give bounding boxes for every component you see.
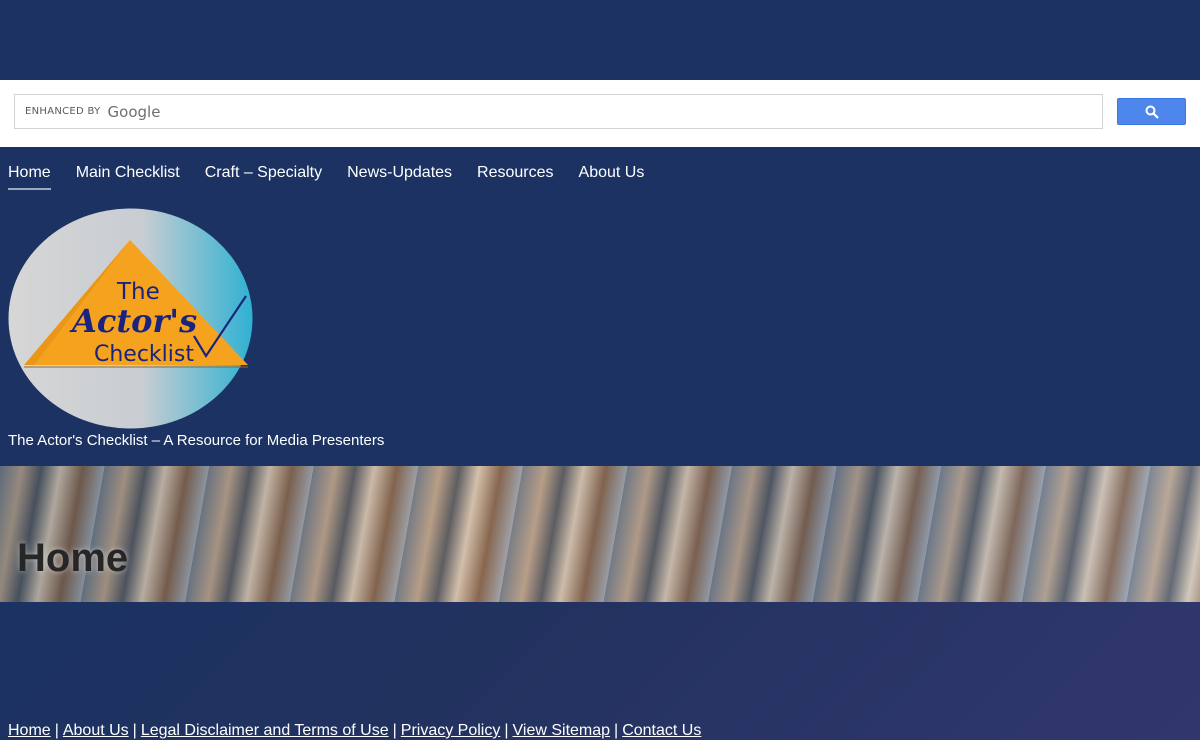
site-logo[interactable]: The Actor's Checklist (8, 208, 253, 429)
lower-section (0, 602, 1200, 740)
nav-item-about-us[interactable]: About Us (579, 164, 645, 185)
logo-text-actors: Actor's (69, 302, 197, 340)
footer-separator: | (504, 722, 509, 739)
nav-item-resources[interactable]: Resources (477, 164, 553, 185)
main-nav: Home Main Checklist Craft – Specialty Ne… (0, 147, 1200, 202)
footer-link-sitemap[interactable]: View Sitemap (513, 722, 611, 739)
site-tagline: The Actor's Checklist – A Resource for M… (8, 432, 385, 449)
search-icon (1145, 105, 1159, 119)
footer-separator: | (54, 722, 59, 739)
footer-link-privacy[interactable]: Privacy Policy (401, 722, 501, 739)
footer-separator: | (132, 722, 137, 739)
nav-item-main-checklist[interactable]: Main Checklist (76, 164, 180, 185)
footer-separator: | (614, 722, 619, 739)
search-input[interactable]: ENHANCED BY Google (14, 94, 1103, 129)
footer-separator: | (392, 722, 397, 739)
footer-link-contact[interactable]: Contact Us (622, 722, 701, 739)
enhanced-by-label: ENHANCED BY (25, 106, 101, 117)
search-bar: ENHANCED BY Google (0, 80, 1200, 147)
top-band (0, 0, 1200, 80)
logo-graphic: The Actor's Checklist (8, 208, 253, 429)
nav-item-craft-specialty[interactable]: Craft – Specialty (205, 164, 322, 185)
nav-item-news-updates[interactable]: News-Updates (347, 164, 452, 185)
footer-link-legal[interactable]: Legal Disclaimer and Terms of Use (141, 722, 389, 739)
nav-item-home[interactable]: Home (8, 164, 51, 190)
google-brand: Google (107, 102, 161, 121)
logo-text-checklist: Checklist (94, 342, 194, 367)
hero-banner: Home (0, 466, 1200, 602)
footer-link-about-us[interactable]: About Us (63, 722, 129, 739)
footer-links: Home | About Us | Legal Disclaimer and Terms… (8, 722, 701, 740)
page-title: Home (17, 536, 129, 580)
search-button[interactable] (1117, 98, 1186, 125)
footer-link-home[interactable]: Home (8, 722, 51, 739)
